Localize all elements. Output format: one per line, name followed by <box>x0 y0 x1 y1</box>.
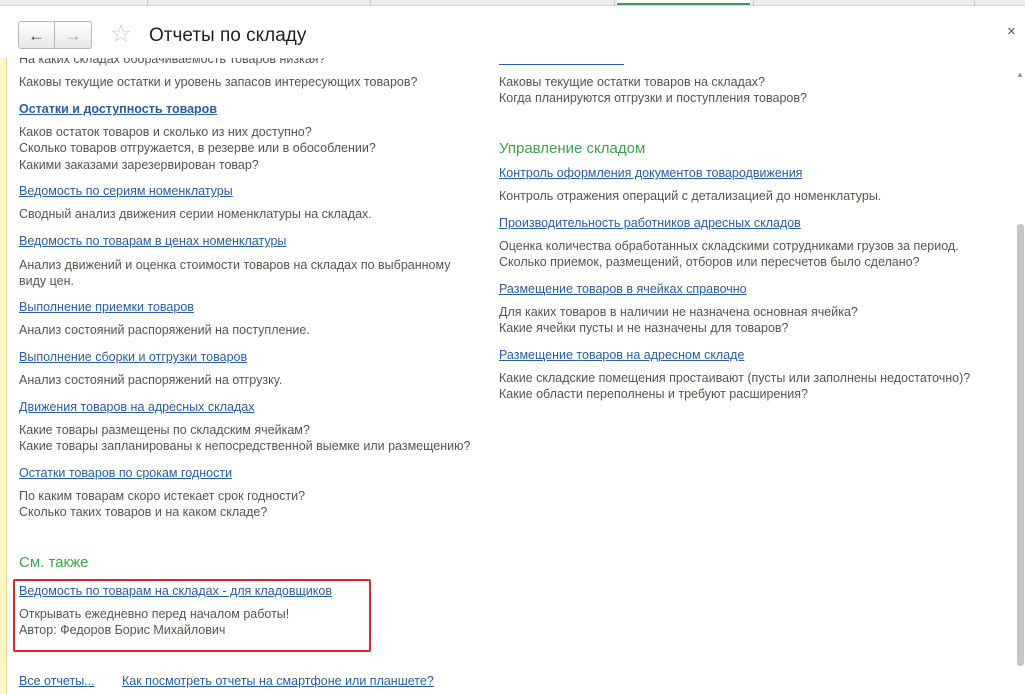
report-note: Открывать ежедневно перед началом работы… <box>19 607 290 638</box>
report-description: По каким товарам скоро истекает срок год… <box>19 489 306 520</box>
report-description: Какие товары размещены по складским ячей… <box>19 423 471 454</box>
report-description: Оценка количества обработанных складским… <box>499 239 959 270</box>
form-header: ← → ☆ Отчеты по складу × <box>0 6 1025 58</box>
back-button[interactable]: ← <box>19 22 56 48</box>
report-description: Сводный анализ движения серии номенклату… <box>19 207 372 221</box>
cut-link-underline <box>499 64 624 65</box>
navigation-buttons: ← → <box>18 21 92 49</box>
list-item-cut-link: На каких складах оборачиваемость товаров… <box>19 58 326 66</box>
report-link[interactable]: Размещение товаров в ячейках справочно <box>499 281 747 297</box>
report-link[interactable]: Ведомость по сериям номенклатуры <box>19 183 233 199</box>
arrow-left-icon: ← <box>28 25 45 45</box>
report-link[interactable]: Выполнение сборки и отгрузки товаров <box>19 349 247 365</box>
report-link-see-also[interactable]: Ведомость по товарам на складах - для кл… <box>19 583 332 599</box>
forward-button[interactable]: → <box>55 22 91 48</box>
close-icon[interactable]: × <box>1007 23 1016 40</box>
all-reports-link[interactable]: Все отчеты... <box>19 673 95 689</box>
report-description: Контроль отражения операций с детализаци… <box>499 189 882 203</box>
report-link[interactable]: Производительность работников адресных с… <box>499 215 801 231</box>
mobile-reports-link[interactable]: Как посмотреть отчеты на смартфоне или п… <box>122 673 434 689</box>
report-link[interactable]: Контроль оформления документов товародви… <box>499 165 802 181</box>
report-description: Анализ состояний распоряжений на отгрузк… <box>19 373 283 387</box>
report-link[interactable]: Движения товаров на адресных складах <box>19 399 254 415</box>
section-title-warehouse: Управление складом <box>499 140 646 157</box>
favorite-star-icon[interactable]: ☆ <box>108 21 134 47</box>
page-title: Отчеты по складу <box>149 25 307 46</box>
report-description: Какие складские помещения простаивают (п… <box>499 371 971 402</box>
report-link[interactable]: Остатки товаров по срокам годности <box>19 465 232 481</box>
report-description: Каковы текущие остатки и уровень запасов… <box>19 75 418 89</box>
scrollbar-thumb[interactable] <box>1017 224 1024 666</box>
report-link[interactable]: Остатки и доступность товаров <box>19 101 217 117</box>
report-description: Каковы текущие остатки товаров на склада… <box>499 75 807 106</box>
report-link[interactable]: Выполнение приемки товаров <box>19 299 194 315</box>
report-link[interactable]: Размещение товаров на адресном складе <box>499 347 744 363</box>
scroll-up-icon[interactable]: ▲ <box>1016 70 1024 80</box>
report-link[interactable]: Ведомость по товарам в ценах номенклатур… <box>19 233 286 249</box>
report-description: Анализ состояний распоряжений на поступл… <box>19 323 310 337</box>
arrow-right-icon: → <box>64 25 82 45</box>
report-description: Каков остаток товаров и сколько из них д… <box>19 125 376 172</box>
report-description: Для каких товаров в наличии не назначена… <box>499 305 858 336</box>
section-title-see-also: См. также <box>19 554 89 571</box>
report-description: Анализ движений и оценка стоимости товар… <box>19 258 451 289</box>
report-panel: На каких складах оборачиваемость товаров… <box>7 58 1015 694</box>
left-accent-bar <box>0 6 7 694</box>
tab-active[interactable] <box>617 0 750 5</box>
